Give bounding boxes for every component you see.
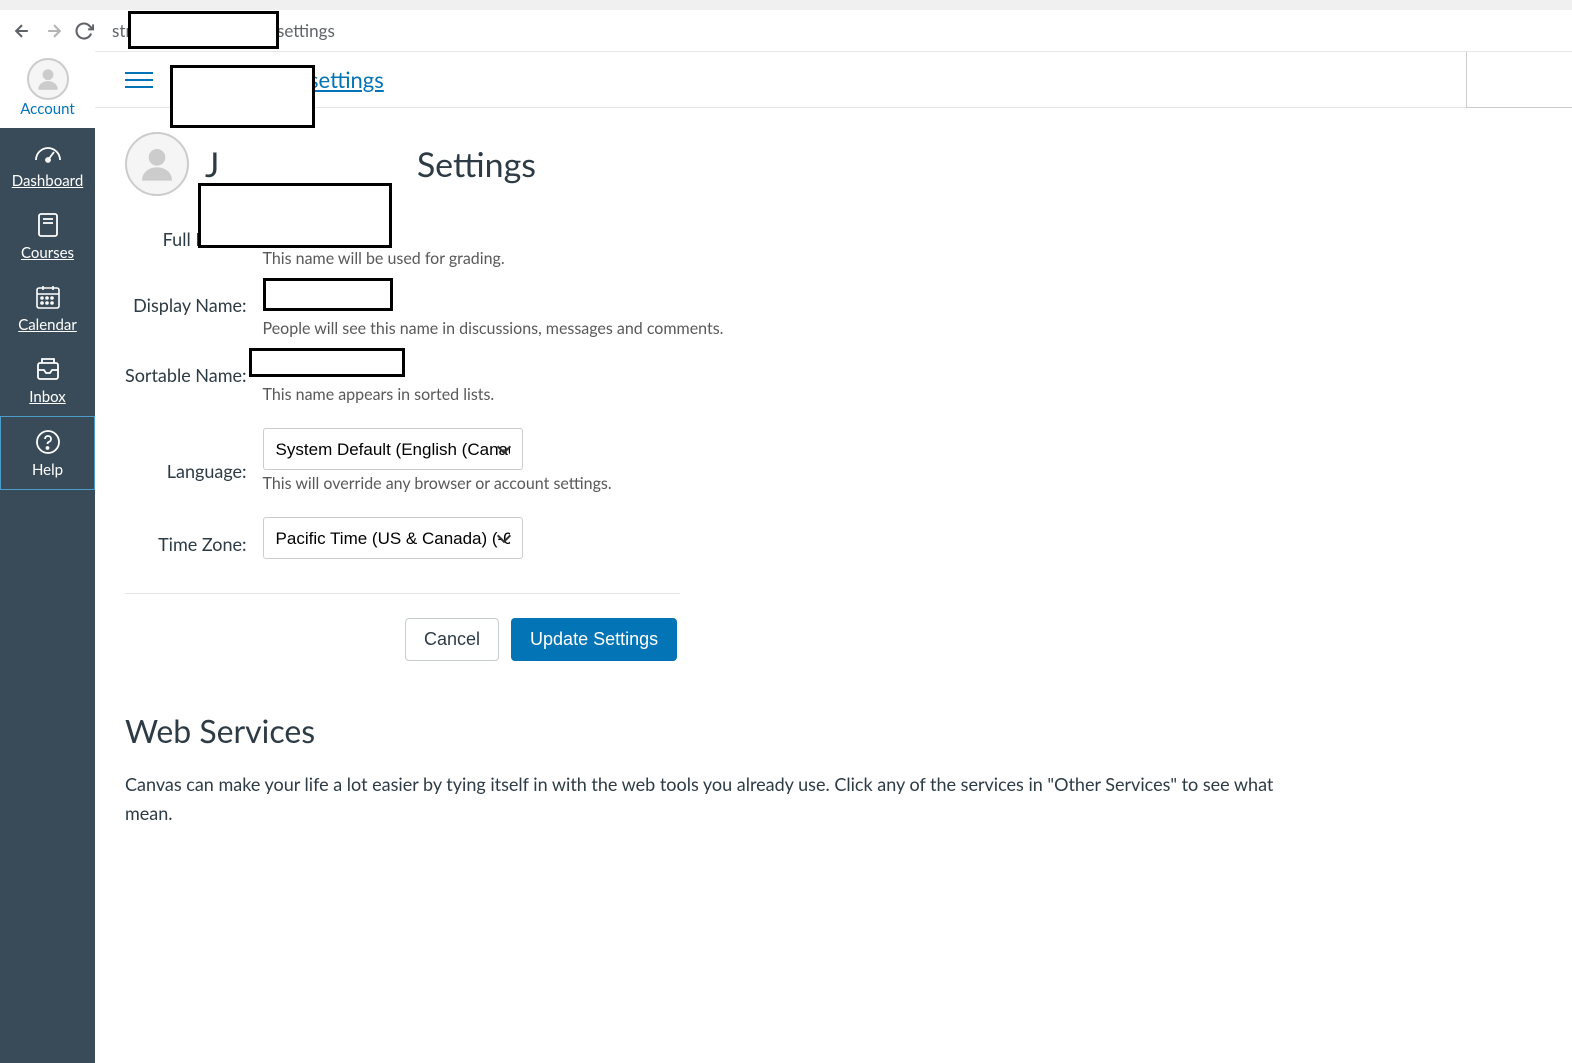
global-nav: Account Dashboard Courses Calendar Inbox… [0,48,95,1063]
language-help: This will override any browser or accoun… [263,474,724,493]
redacted-box [249,348,405,377]
redacted-box [128,11,279,49]
cancel-button[interactable]: Cancel [405,618,499,661]
nav-account[interactable]: Account [0,48,95,128]
nav-label: Inbox [29,388,66,406]
book-icon [33,210,63,240]
form-buttons: Cancel Update Settings [405,618,1542,661]
page-title: J Settings [205,144,536,185]
nav-inbox[interactable]: Inbox [0,344,95,416]
avatar-icon [27,58,69,100]
hamburger-button[interactable] [125,72,153,88]
timezone-label: Time Zone: [125,511,263,577]
settings-form: Full Name: This name will be used for gr… [125,220,723,577]
right-panel-stub [1466,52,1572,108]
web-services-body: Canvas can make your life a lot easier b… [125,770,1325,828]
nav-label: Help [32,461,63,479]
reload-button[interactable] [74,21,94,41]
title-prefix: J [205,144,219,185]
display-name-help: People will see this name in discussions… [263,319,724,338]
nav-label: Dashboard [12,172,83,190]
breadcrumb-bar: settings [95,52,1572,108]
language-label: Language: [125,422,263,511]
sortable-name-help: This name appears in sorted lists. [263,385,724,404]
full-name-help: This name will be used for grading. [263,249,724,268]
nav-label: Calendar [18,316,77,334]
redacted-box [170,65,315,128]
sortable-name-label: Sortable Name: [125,356,263,422]
browser-tab-strip [0,0,1572,10]
nav-label: Account [20,100,75,118]
nav-courses[interactable]: Courses [0,200,95,272]
update-settings-button[interactable]: Update Settings [511,618,677,661]
forward-button[interactable] [42,19,66,43]
title-suffix: Settings [417,144,536,185]
nav-dashboard[interactable]: Dashboard [0,128,95,200]
inbox-icon [33,354,63,384]
redacted-box [263,278,393,311]
help-icon [33,427,63,457]
profile-avatar[interactable] [125,132,189,196]
timezone-select[interactable]: Pacific Time (US & Canada) (-08:00) [263,517,523,559]
dashboard-icon [33,138,63,168]
nav-label: Courses [21,244,74,262]
display-name-label: Display Name: [125,286,263,356]
redacted-box [198,183,392,248]
url-bar[interactable]: structure.com/profile/settings [102,14,1562,47]
divider [125,593,680,594]
web-services-heading: Web Services [125,711,1542,750]
breadcrumb-settings[interactable]: settings [309,66,384,93]
nav-calendar[interactable]: Calendar [0,272,95,344]
language-select[interactable]: System Default (English (Canada)) [263,428,523,470]
calendar-icon [33,282,63,312]
nav-help[interactable]: Help [0,416,95,490]
back-button[interactable] [10,19,34,43]
